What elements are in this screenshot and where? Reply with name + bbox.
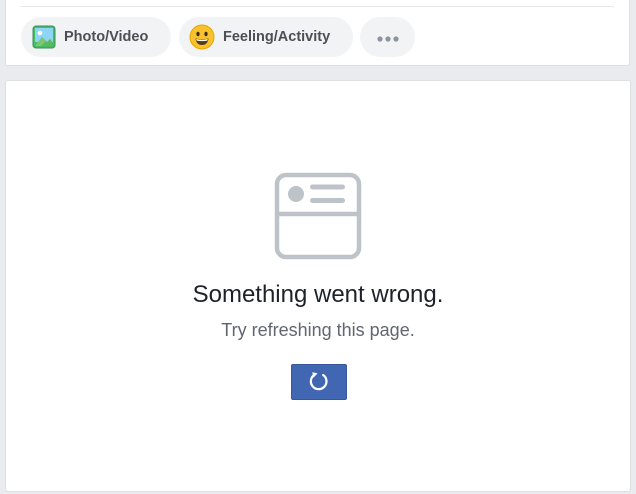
error-card: Something went wrong. Try refreshing thi… bbox=[5, 80, 631, 492]
more-dots-icon bbox=[376, 30, 399, 45]
refresh-button[interactable] bbox=[291, 364, 347, 400]
refresh-icon bbox=[308, 370, 330, 395]
error-subtitle: Try refreshing this page. bbox=[221, 320, 415, 340]
news-feed-placeholder-icon bbox=[274, 172, 362, 265]
photo-icon bbox=[32, 25, 56, 49]
photo-video-label: Photo/Video bbox=[64, 29, 149, 45]
more-options-button[interactable] bbox=[360, 17, 415, 57]
photo-video-button[interactable]: Photo/Video bbox=[21, 17, 171, 57]
feeling-activity-label: Feeling/Activity bbox=[223, 29, 331, 45]
composer-card: Photo/Video Feeling/Activity bbox=[5, 0, 630, 66]
smiley-icon bbox=[189, 24, 215, 50]
feeling-activity-button[interactable]: Feeling/Activity bbox=[179, 17, 353, 57]
error-title: Something went wrong. bbox=[192, 281, 444, 308]
composer-divider bbox=[21, 6, 614, 7]
